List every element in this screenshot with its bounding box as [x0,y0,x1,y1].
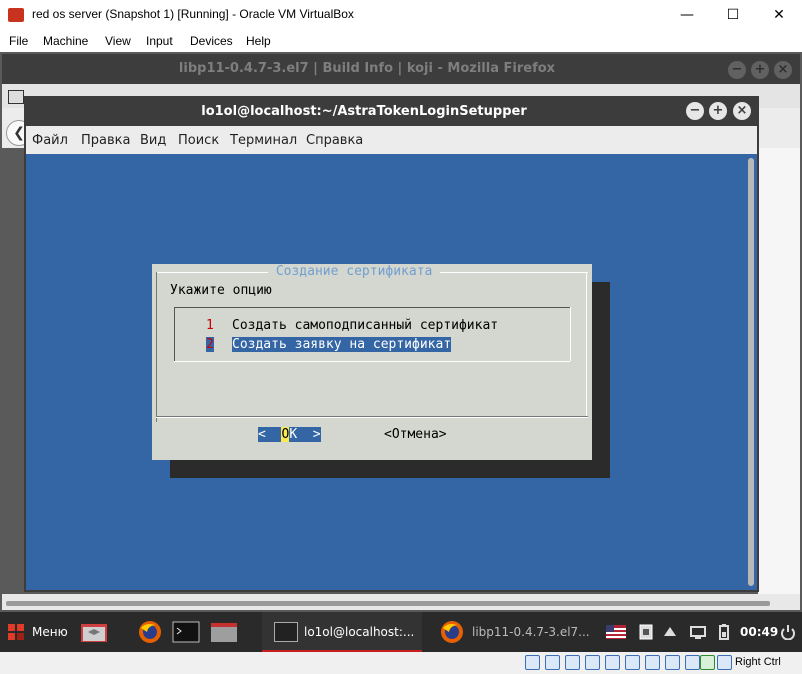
menu-machine[interactable]: Machine [43,34,88,48]
dialog-title: Создание сертификата [268,264,441,279]
us-flag-icon[interactable] [606,624,626,640]
menu-edit-ru[interactable]: Правка [81,133,130,148]
maximize-button[interactable]: ☐ [710,0,756,30]
menu-search-ru[interactable]: Поиск [178,133,219,148]
minimize-button[interactable]: — [664,0,710,30]
menu-item-tag[interactable]: 1 [206,318,214,333]
menu-box-border [570,307,571,361]
video-capture-icon[interactable] [665,655,680,670]
firefox-titlebar: libp11-0.4.7-3.el7 | Build Info | koji -… [2,54,800,84]
clipboard-icon[interactable] [638,624,654,640]
cpu-icon[interactable] [685,655,700,670]
window-title: red os server (Snapshot 1) [Running] - O… [32,7,354,21]
terminal-close-button[interactable]: × [733,102,751,120]
cancel-button[interactable]: <Отмена> [384,427,447,442]
vbox-statusbar: Right Ctrl [0,652,802,674]
clock[interactable]: 00:49 [740,625,778,639]
guest-additions-icon[interactable] [700,655,715,670]
terminal-title: lo1ol@localhost:~/AstraTokenLoginSetuppe… [201,104,527,119]
terminal-window: lo1ol@localhost:~/AstraTokenLoginSetuppe… [24,96,759,592]
audio-icon[interactable] [565,655,580,670]
firefox-icon[interactable] [438,620,466,644]
mouse-integration-icon[interactable] [717,655,732,670]
ok-button[interactable]: < OK > [258,427,321,442]
display-icon[interactable] [690,624,706,640]
display-status-icon[interactable] [645,655,660,670]
menu-box-border [174,307,175,361]
power-icon[interactable] [780,624,796,640]
menu-devices[interactable]: Devices [190,34,233,48]
certificate-dialog: Создание сертификата Укажите опцию 1 Соз… [152,264,592,460]
hard-disk-icon[interactable] [525,655,540,670]
taskbar-task-terminal-label[interactable]: lo1ol@localhost:... [304,625,414,639]
menu-terminal-ru[interactable]: Терминал [230,133,297,148]
menu-help-ru[interactable]: Справка [306,133,363,148]
network-adapter-icon[interactable] [585,655,600,670]
menu-view[interactable]: View [105,34,131,48]
taskbar-task-firefox-label[interactable]: libp11-0.4.7-3.el7... [472,625,590,639]
guest-display[interactable]: libp11-0.4.7-3.el7 | Build Info | koji -… [0,52,802,652]
scrollbar-thumb[interactable] [6,601,770,606]
battery-icon[interactable] [716,624,732,640]
guest-taskbar: Меню lo1ol@localhost:... libp11-0.4.7-3.… [0,612,802,652]
menu-box-border [174,307,570,308]
network-icon[interactable] [662,624,678,640]
terminal-scrollbar[interactable] [748,158,754,586]
firefox-maximize-button[interactable]: + [751,61,769,79]
firefox-title: libp11-0.4.7-3.el7 | Build Info | koji -… [178,61,556,76]
terminal-maximize-button[interactable]: + [709,102,727,120]
host-key-label: Right Ctrl [735,656,781,668]
shared-folders-icon[interactable] [625,655,640,670]
optical-drive-icon[interactable] [545,655,560,670]
files-icon[interactable] [80,620,108,644]
usb-icon[interactable] [605,655,620,670]
menu-file-ru[interactable]: Файл [32,133,68,148]
ok-button-rest: K > [289,427,321,442]
dialog-border [586,272,587,416]
tab-favicon-icon [8,90,24,104]
terminal-menubar: Файл Правка Вид Поиск Терминал Справка [26,126,757,154]
vbox-menubar: File Machine View Input Devices Help [0,30,802,52]
terminal-screen[interactable]: Создание сертификата Укажите опцию 1 Соз… [26,154,757,590]
firefox-close-button[interactable]: × [774,61,792,79]
terminal-icon[interactable] [172,620,200,644]
menu-box-border [174,361,570,362]
menu-input[interactable]: Input [146,34,173,48]
dialog-separator [156,417,588,418]
firefox-minimize-button[interactable]: − [728,61,746,79]
menu-item-self-signed[interactable]: Создать самоподписанный сертификат [232,318,498,333]
start-menu-icon[interactable] [8,624,24,640]
terminal-icon [274,622,298,642]
firefox-content [758,148,800,594]
menu-item-tag[interactable]: 2 [206,337,214,352]
ok-button-prefix: < [258,427,282,442]
close-button[interactable]: ✕ [756,0,802,30]
menu-help[interactable]: Help [246,34,271,48]
start-menu-button[interactable]: Меню [32,625,68,639]
vbox-titlebar: red os server (Snapshot 1) [Running] - O… [0,0,802,30]
dialog-border [156,272,157,422]
menu-view-ru[interactable]: Вид [140,133,166,148]
firefox-icon[interactable] [136,620,164,644]
terminal-minimize-button[interactable]: − [686,102,704,120]
virtualbox-icon [8,8,24,22]
menu-item-request-selected[interactable]: Создать заявку на сертификат [232,337,452,352]
menu-file[interactable]: File [9,34,28,48]
dialog-prompt: Укажите опцию [170,283,272,298]
folder-icon[interactable] [210,620,238,644]
